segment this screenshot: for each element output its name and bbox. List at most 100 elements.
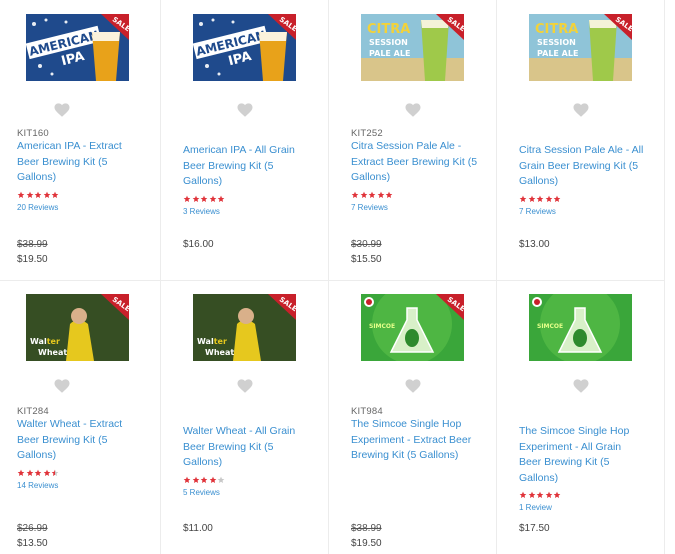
price-block: $30.99 $15.50 <box>351 237 382 267</box>
product-card: Walter Wheat SALE Walter Wheat - All Gra… <box>161 281 329 554</box>
product-card: AMERICAN IPA SALE American IPA - All Gra… <box>161 0 329 281</box>
product-title-link[interactable]: Walter Wheat - All Grain Beer Brewing Ki… <box>183 424 311 471</box>
product-grid: AMERICAN IPA SALE KIT160 American IPA - … <box>0 0 665 554</box>
product-image[interactable]: AMERICAN IPA SALE <box>26 14 129 81</box>
star-icon <box>200 476 208 483</box>
sale-price: $19.50 <box>17 254 48 265</box>
reviews-link[interactable]: 1 Review <box>519 503 658 512</box>
product-sku: KIT252 <box>351 128 383 139</box>
svg-text:PALE ALE: PALE ALE <box>369 49 410 58</box>
star-icon <box>519 195 527 202</box>
product-card: SIMCOE The Simcoe Single Hop Experiment … <box>497 281 664 554</box>
product-image[interactable]: CITRA SESSION PALE ALE SALE <box>529 14 632 81</box>
sale-price: $19.50 <box>351 538 382 549</box>
product-sku: KIT284 <box>17 406 49 417</box>
star-icon <box>528 195 535 202</box>
reviews-link[interactable]: 5 Reviews <box>183 488 322 497</box>
price-block: $11.00 <box>183 521 213 536</box>
svg-text:SESSION: SESSION <box>537 38 576 47</box>
star-icon <box>209 476 217 483</box>
star-icon <box>209 195 217 202</box>
product-title-link[interactable]: The Simcoe Single Hop Experiment - All G… <box>519 424 645 486</box>
svg-text:Walter: Walter <box>30 337 60 346</box>
american-ipa-label-image: AMERICAN IPA SALE <box>26 14 129 81</box>
wishlist-heart-icon[interactable] <box>236 377 254 395</box>
wishlist-heart-icon[interactable] <box>404 101 422 119</box>
star-icon <box>183 476 191 483</box>
product-image[interactable]: CITRA SESSION PALE ALE SALE <box>361 14 464 81</box>
svg-text:PALE ALE: PALE ALE <box>537 49 578 58</box>
original-price: $30.99 <box>351 239 382 250</box>
product-sku: KIT160 <box>17 128 49 139</box>
product-image[interactable]: SIMCOE <box>529 294 632 361</box>
wishlist-heart-icon[interactable] <box>572 377 590 395</box>
wishlist-heart-icon[interactable] <box>53 101 71 119</box>
star-icon <box>43 469 51 476</box>
product-image[interactable]: SIMCOE SALE <box>361 294 464 361</box>
star-icon <box>192 476 199 483</box>
star-icon <box>26 191 33 198</box>
simcoe-hop-label-image: SIMCOE SALE <box>361 294 464 361</box>
rating-stars <box>183 475 322 485</box>
star-icon <box>34 469 42 476</box>
wishlist-heart-icon[interactable] <box>404 377 422 395</box>
product-title-link[interactable]: American IPA - All Grain Beer Brewing Ki… <box>183 143 311 190</box>
reviews-link[interactable]: 7 Reviews <box>519 207 658 216</box>
walter-wheat-label-image: Walter Wheat SALE <box>26 294 129 361</box>
sale-price: $15.50 <box>351 254 382 265</box>
reviews-link[interactable]: 20 Reviews <box>17 203 154 212</box>
star-icon <box>554 195 561 202</box>
star-icon <box>368 191 376 198</box>
product-title-link[interactable]: The Simcoe Single Hop Experiment - Extra… <box>351 417 479 464</box>
star-icon <box>386 191 393 198</box>
product-image[interactable]: AMERICAN IPA SALE <box>193 14 296 81</box>
star-icon <box>52 469 59 476</box>
product-title-link[interactable]: Citra Session Pale Ale - Extract Beer Br… <box>351 139 479 186</box>
simcoe-hop-label-image: SIMCOE <box>529 294 632 361</box>
product-card: Walter Wheat SALE KIT284 Walter Wheat - … <box>0 281 161 554</box>
product-title-link[interactable]: Walter Wheat - Extract Beer Brewing Kit … <box>17 417 145 464</box>
wishlist-heart-icon[interactable] <box>572 101 590 119</box>
svg-text:Wheat: Wheat <box>38 348 67 357</box>
price-block: $13.00 <box>519 237 550 252</box>
star-icon <box>52 191 59 198</box>
star-icon <box>34 191 42 198</box>
product-card: SIMCOE SALE KIT984 The Simcoe Single Hop… <box>329 281 497 554</box>
star-icon <box>545 491 553 498</box>
citra-session-label-image: CITRA SESSION PALE ALE SALE <box>361 14 464 81</box>
star-icon <box>192 195 199 202</box>
star-icon <box>528 491 535 498</box>
product-image[interactable]: Walter Wheat SALE <box>193 294 296 361</box>
price-block: $38.99 $19.50 <box>351 521 382 551</box>
product-title-link[interactable]: Citra Session Pale Ale - All Grain Beer … <box>519 143 645 190</box>
star-icon <box>218 476 225 483</box>
svg-text:CITRA: CITRA <box>535 22 578 37</box>
product-sku: KIT984 <box>351 406 383 417</box>
star-icon <box>554 491 561 498</box>
star-icon <box>519 491 527 498</box>
wishlist-heart-icon[interactable] <box>53 377 71 395</box>
citra-session-label-image: CITRA SESSION PALE ALE SALE <box>529 14 632 81</box>
wishlist-heart-icon[interactable] <box>236 101 254 119</box>
star-icon <box>536 491 544 498</box>
reviews-link[interactable]: 3 Reviews <box>183 207 322 216</box>
price-block: $38.99 $19.50 <box>17 237 48 267</box>
price-block: $16.00 <box>183 237 214 252</box>
star-icon <box>377 191 385 198</box>
svg-text:SESSION: SESSION <box>369 38 408 47</box>
star-icon <box>17 191 25 198</box>
svg-text:SIMCOE: SIMCOE <box>537 323 563 330</box>
rating-stars <box>183 194 322 204</box>
star-icon <box>545 195 553 202</box>
rating-stars <box>351 190 490 200</box>
price: $11.00 <box>183 523 213 534</box>
product-image[interactable]: Walter Wheat SALE <box>26 294 129 361</box>
star-icon <box>200 195 208 202</box>
star-icon <box>218 195 225 202</box>
price: $16.00 <box>183 239 214 250</box>
product-title-link[interactable]: American IPA - Extract Beer Brewing Kit … <box>17 139 145 186</box>
reviews-link[interactable]: 14 Reviews <box>17 481 154 490</box>
price-block: $26.99 $13.50 <box>17 521 48 551</box>
reviews-link[interactable]: 7 Reviews <box>351 203 490 212</box>
svg-text:CITRA: CITRA <box>367 22 410 37</box>
